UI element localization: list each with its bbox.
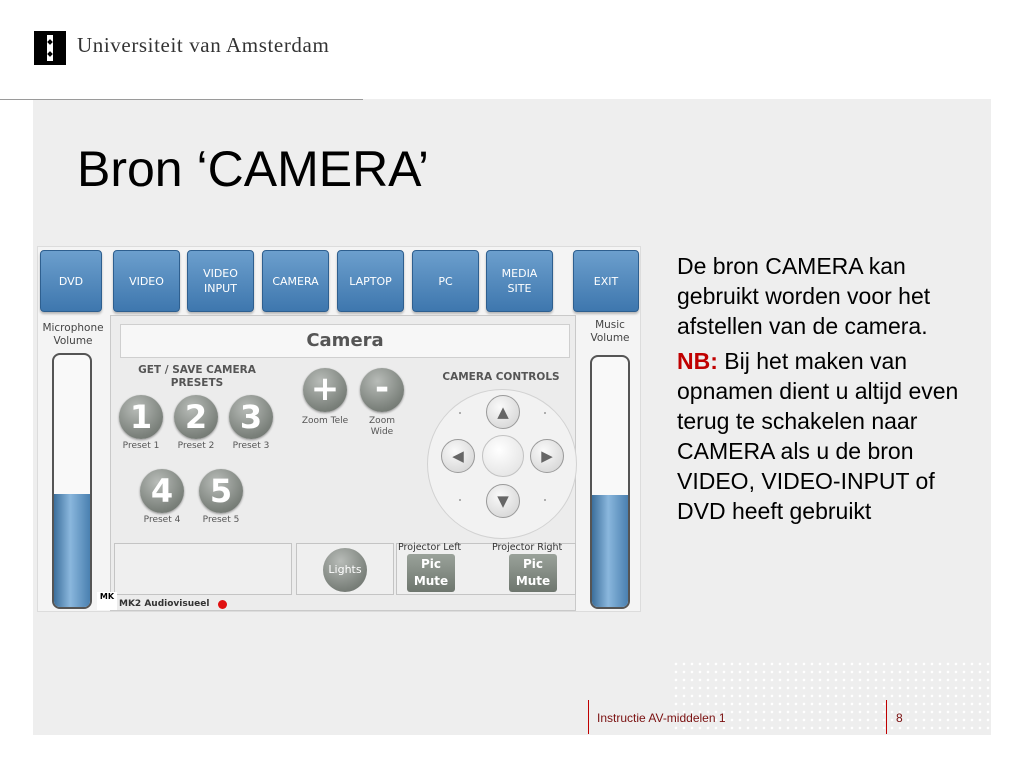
source-button-video-input[interactable]: VIDEO INPUT (187, 250, 254, 312)
brand-text: MK2 Audiovisueel (119, 599, 210, 609)
mic-volume-fill (54, 493, 90, 607)
lights-button[interactable]: Lights (323, 548, 367, 592)
presets-heading: GET / SAVE CAMERA PRESETS (138, 364, 256, 389)
intro-paragraph: De bron CAMERA kan gebruikt worden voor … (677, 253, 931, 339)
zoom-wide-label: Zoom Wide (369, 416, 395, 437)
preset-2-label: Preset 2 (177, 441, 215, 451)
dpad-dot (459, 412, 461, 414)
footer-course: Instructie AV-middelen 1 (597, 711, 726, 725)
footer-divider (886, 700, 887, 734)
preset-1-button[interactable]: 1 (119, 395, 163, 439)
institution-name: Universiteit van Amsterdam (77, 33, 330, 57)
camera-heading: Camera (120, 324, 570, 358)
music-volume-slider[interactable] (590, 355, 630, 609)
camera-right-button[interactable]: ▶ (530, 439, 564, 473)
exit-button[interactable]: EXIT (573, 250, 639, 312)
source-button-media-site[interactable]: MEDIA SITE (486, 250, 553, 312)
source-button-dvd[interactable]: DVD (40, 250, 102, 312)
projector-left-label: Projector Left (398, 542, 462, 553)
dpad-dot (544, 499, 546, 501)
source-button-camera[interactable]: CAMERA (262, 250, 329, 312)
dpad-dot (459, 499, 461, 501)
slide-body: De bron CAMERA kan gebruikt worden voor … (677, 251, 977, 531)
control-panel-screenshot: DVD VIDEO VIDEO INPUT CAMERA LAPTOP PC M… (37, 246, 641, 612)
music-volume-label: Music Volume (590, 319, 630, 344)
preset-1-label: Preset 1 (122, 441, 160, 451)
projector-right-pic-mute-button[interactable]: Pic Mute (509, 554, 557, 592)
camera-controls-heading: CAMERA CONTROLS (442, 371, 560, 383)
note-paragraph: NB: Bij het maken van opnamen dient u al… (677, 346, 977, 526)
preset-4-label: Preset 4 (143, 515, 181, 525)
mic-volume-label: Microphone Volume (42, 322, 104, 347)
camera-home-button[interactable] (482, 435, 524, 477)
uva-crest-icon (34, 31, 66, 65)
music-volume-fill (592, 494, 628, 607)
lower-left-box (114, 543, 292, 595)
zoom-wide-button[interactable]: - (360, 368, 404, 412)
camera-up-button[interactable]: ▲ (486, 395, 520, 429)
source-button-laptop[interactable]: LAPTOP (337, 250, 404, 312)
preset-4-button[interactable]: 4 (140, 469, 184, 513)
nb-label: NB: (677, 348, 718, 374)
source-button-pc[interactable]: PC (412, 250, 479, 312)
header-rule (0, 99, 363, 100)
preset-3-label: Preset 3 (232, 441, 270, 451)
camera-left-button[interactable]: ◀ (441, 439, 475, 473)
preset-3-button[interactable]: 3 (229, 395, 273, 439)
zoom-tele-button[interactable]: + (303, 368, 347, 412)
projector-right-label: Projector Right (492, 542, 563, 553)
status-dot-icon (218, 600, 227, 609)
preset-5-button[interactable]: 5 (199, 469, 243, 513)
slide-page: Universiteit van Amsterdam Bron ‘CAMERA’… (0, 0, 1024, 768)
camera-down-button[interactable]: ▼ (486, 484, 520, 518)
page-number: 8 (896, 711, 903, 725)
projector-left-pic-mute-button[interactable]: Pic Mute (407, 554, 455, 592)
note-text: Bij het maken van opnamen dient u altijd… (677, 348, 959, 524)
source-button-video[interactable]: VIDEO (113, 250, 180, 312)
dpad-dot (544, 412, 546, 414)
zoom-tele-label: Zoom Tele (301, 416, 349, 426)
preset-5-label: Preset 5 (202, 515, 240, 525)
slide-title: Bron ‘CAMERA’ (77, 141, 429, 197)
mic-volume-slider[interactable] (52, 353, 92, 609)
mk2-logo-icon: MK (97, 592, 117, 610)
footer-divider (588, 700, 589, 734)
preset-2-button[interactable]: 2 (174, 395, 218, 439)
